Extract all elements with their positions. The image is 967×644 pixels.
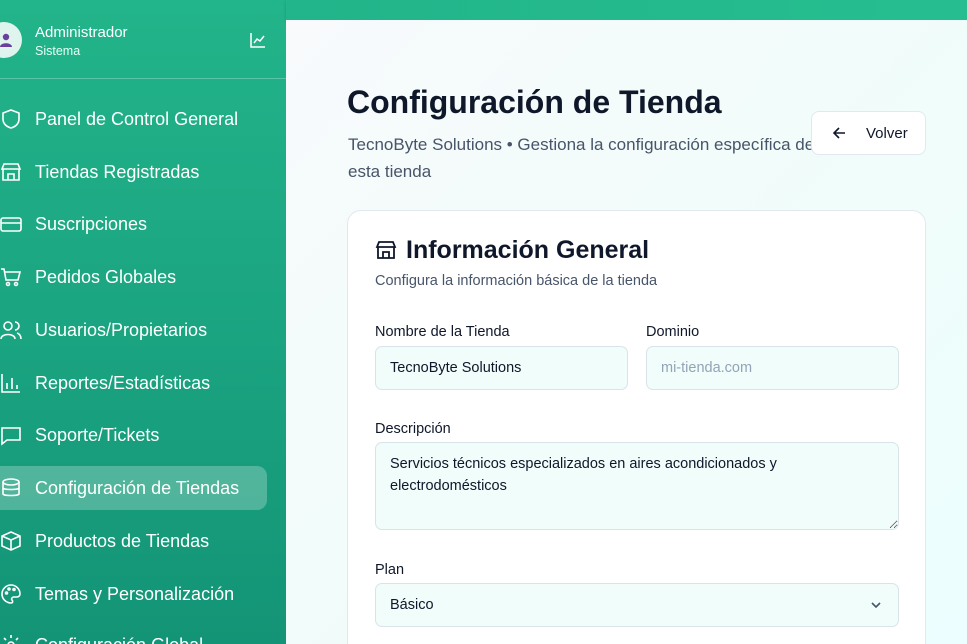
credit-card-icon [0,217,22,232]
package-icon [1,531,21,551]
sidebar-item-tiendas[interactable]: Tiendas Registradas [0,150,267,194]
message-icon [1,427,21,446]
chart-icon[interactable] [250,32,266,48]
back-button-label: Volver [866,124,908,142]
plan-select-value: Básico [390,597,434,613]
user-icon [0,33,12,47]
sidebar-item-label: Pedidos Globales [35,266,177,287]
bar-chart-icon [1,374,20,393]
store-icon [375,241,397,259]
sidebar-item-temas[interactable]: Temas y Personalización [0,572,267,616]
store-name-input[interactable] [375,346,628,390]
sidebar-item-usuarios[interactable]: Usuarios/Propietarios [0,308,267,352]
gear-icon [3,635,19,644]
user-role: Sistema [35,44,81,58]
card-subtitle: Configura la información básica de la ti… [375,273,658,289]
sidebar-item-panel-control[interactable]: Panel de Control General [0,97,267,141]
page-title: Configuración de Tienda [347,84,722,120]
sidebar-item-label: Reportes/Estadísticas [35,372,211,393]
page-subtitle: TecnoByte Solutions • Gestiona la config… [348,135,815,181]
top-bar [286,0,967,20]
cart-icon [1,268,22,287]
description-textarea[interactable]: Servicios técnicos especializados en air… [375,442,899,530]
domain-input[interactable] [646,346,899,390]
palette-icon [1,584,21,604]
domain-label: Dominio [646,324,700,340]
chevron-down-icon [871,602,881,609]
sidebar-item-label: Configuración de Tiendas [35,477,240,498]
avatar[interactable] [0,22,22,58]
database-icon [2,478,20,497]
sidebar-item-reportes[interactable]: Reportes/Estadísticas [0,361,267,405]
plan-select[interactable]: Básico [375,583,899,627]
sidebar-item-config-tiendas[interactable]: Configuración de Tiendas [0,466,267,510]
sidebar-item-label: Configuración Global [35,635,203,644]
sidebar-item-label: Tiendas Registradas [35,161,200,182]
shield-icon [2,109,20,129]
description-label: Descripción [375,421,451,437]
sidebar-item-label: Temas y Personalización [35,583,235,604]
users-icon [0,321,22,340]
user-panel: Administrador Sistema [0,0,286,79]
sidebar-item-label: Soporte/Tickets [35,424,160,445]
sidebar-item-productos[interactable]: Productos de Tiendas [0,519,267,563]
user-name: Administrador [35,24,128,41]
card-title: Información General [406,236,650,264]
sidebar-item-config-global[interactable]: Configuración Global [0,623,267,644]
plan-label: Plan [375,562,405,578]
store-icon [0,163,22,181]
sidebar-item-label: Panel de Control General [35,108,239,129]
arrow-left-icon [832,127,845,139]
sidebar: Administrador Sistema Panel de Control G… [0,0,286,644]
sidebar-item-label: Productos de Tiendas [35,530,210,551]
sidebar-item-suscripciones[interactable]: Suscripciones [0,202,267,246]
sidebar-item-label: Suscripciones [35,213,148,234]
sidebar-item-pedidos[interactable]: Pedidos Globales [0,255,267,299]
sidebar-item-soporte[interactable]: Soporte/Tickets [0,413,267,457]
sidebar-item-label: Usuarios/Propietarios [35,319,208,340]
store-name-label: Nombre de la Tienda [375,324,510,340]
back-button[interactable]: Volver [811,111,926,155]
